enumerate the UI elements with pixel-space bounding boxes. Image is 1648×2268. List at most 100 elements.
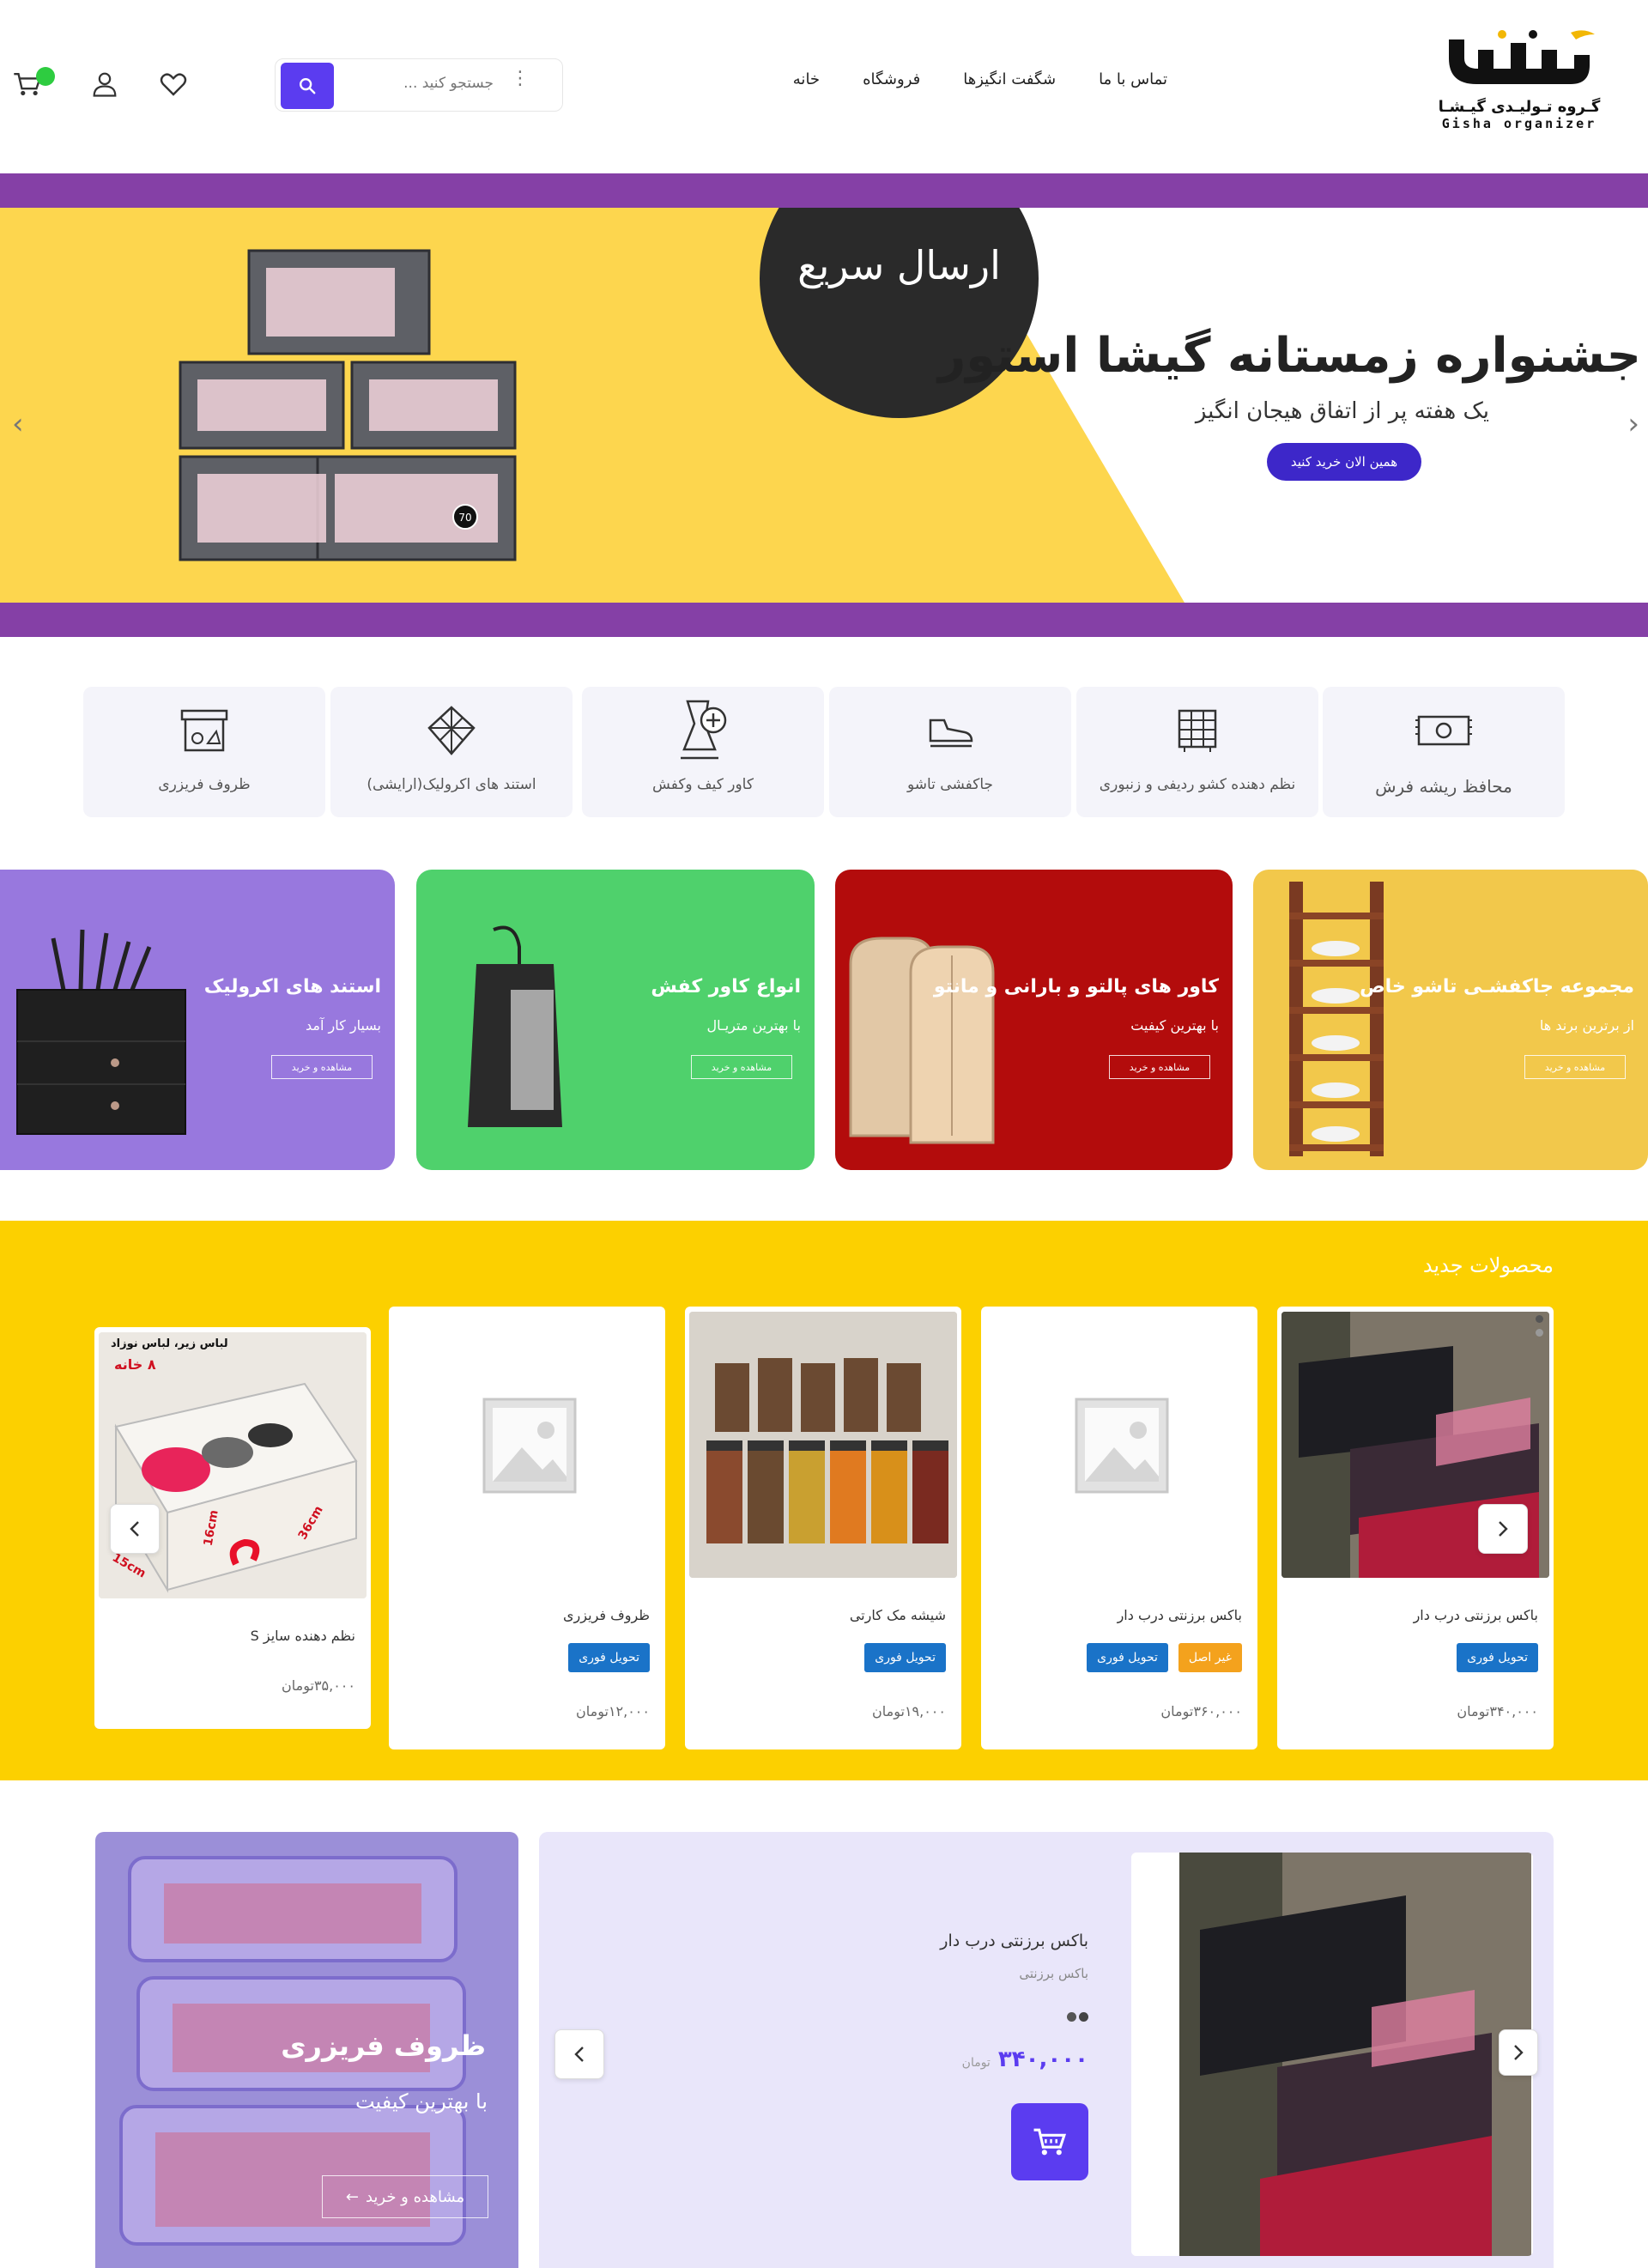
freezer-promo-banner[interactable]: ظروف فریزری با بهترین کیفیت مشاهده و خری…	[95, 1832, 518, 2268]
search-button[interactable]	[281, 63, 334, 109]
product-price: ۳۴۰,۰۰۰تومان	[1457, 1703, 1538, 1719]
product-badges: تحویل فوری	[1457, 1643, 1538, 1672]
search-input[interactable]	[356, 75, 494, 92]
carousel-prev-button[interactable]	[110, 1504, 160, 1554]
image-placeholder-icon	[1075, 1398, 1169, 1494]
category-tile-drawer-organizer[interactable]: نظم دهنده کشو ردیفی و زنبوری	[1076, 687, 1318, 817]
promo-title: استند های اکرولیک	[203, 976, 381, 998]
new-products-section: محصولات جدید باکس برزنتی درب دار تحویل ف…	[0, 1221, 1648, 1780]
instant-delivery-badge: تحویل فوری	[1087, 1643, 1168, 1672]
product-image-placeholder	[985, 1312, 1253, 1578]
price-currency: تومان	[961, 2056, 991, 2070]
promo-title: انواع کاور کفش	[651, 976, 801, 998]
product-price: ۳۶۰,۰۰۰تومان	[1160, 1703, 1242, 1719]
account-button[interactable]	[88, 67, 122, 101]
category-tile-rug[interactable]: محافظ ریشه فرش	[1323, 687, 1565, 817]
shoe-rack-image	[1289, 882, 1384, 1156]
promo-banner-shoe-rack[interactable]: مجموعه جاکفشـی تاشو خاص از برترین برند ه…	[1253, 870, 1648, 1170]
freezer-shop-label: مشاهده و خرید	[365, 2187, 465, 2206]
overlay-text: لباس زیر، لباس نوزاد	[111, 1337, 228, 1350]
add-to-cart-button[interactable]	[1011, 2103, 1088, 2180]
category-tile-freezer-box[interactable]: ظروف فریزری	[83, 687, 325, 817]
instant-delivery-badge: تحویل فوری	[864, 1643, 946, 1672]
price-value: ۳۴۰,۰۰۰	[997, 2047, 1088, 2072]
product-price: ۱۹,۰۰۰تومان	[872, 1703, 946, 1719]
product-card[interactable]: لباس زیر، لباس نوزاد ۸ خانه 36cm 16cm 15…	[94, 1327, 371, 1729]
product-name[interactable]: نظم دهنده سایز S	[251, 1628, 355, 1644]
instant-delivery-badge: تحویل فوری	[568, 1643, 650, 1672]
promo-title: مجموعه جاکفشـی تاشو خاص	[1360, 976, 1634, 998]
promo-shop-button[interactable]: مشاهده و خرید	[271, 1055, 373, 1079]
hero-slide: 70 ارسال سریع جشنواره زمستانه گیشا استور…	[0, 208, 1648, 603]
product-price: ۳۵,۰۰۰تومان	[282, 1677, 355, 1694]
chevron-left-icon	[130, 1521, 139, 1537]
rug-icon	[1415, 715, 1472, 746]
category-label: نظم دهنده کشو ردیفی و زنبوری	[1099, 776, 1296, 793]
category-label: محافظ ریشه فرش	[1375, 776, 1512, 797]
promo-banner-acrylic-stand[interactable]: استند های اکرولیک بسیار کار آمد مشاهده و…	[0, 870, 395, 1170]
nav-contact[interactable]: تماس با ما	[1099, 70, 1167, 88]
featured-next-button[interactable]	[1499, 2029, 1538, 2076]
makeup-organizer-image	[16, 929, 186, 1135]
box-badge-text: 70	[458, 512, 471, 524]
search-options-icon[interactable]: ⋮	[511, 70, 530, 88]
product-name[interactable]: ظروف فریزری	[563, 1607, 650, 1623]
nav-home[interactable]: خانه	[793, 70, 820, 88]
product-card[interactable]: باکس برزنتی درب دار غیر اصل تحویل فوری ۳…	[981, 1307, 1257, 1750]
nav-deals[interactable]: شگفت انگیزها	[963, 70, 1056, 88]
featured-prev-button[interactable]	[554, 2029, 604, 2079]
chevron-left-icon	[574, 2047, 584, 2062]
promo-subtitle: بسیار کار آمد	[306, 1017, 381, 1034]
cart-icon	[1033, 2128, 1067, 2156]
product-name[interactable]: شیشه مک کارتی	[850, 1607, 946, 1623]
site-logo[interactable]: گـروه تـولیـدی گیـشـا Gisha organizer	[1438, 24, 1601, 149]
product-name[interactable]: باکس برزنتی درب دار	[1414, 1607, 1538, 1623]
product-card[interactable]: شیشه مک کارتی تحویل فوری ۱۹,۰۰۰تومان	[685, 1307, 961, 1750]
user-icon	[93, 72, 117, 97]
category-label: کاور کیف وکفش	[652, 776, 754, 793]
category-tile-shoe-rack[interactable]: جاکفشی تاشو	[829, 687, 1071, 817]
promo-shop-button[interactable]: مشاهده و خرید	[1109, 1055, 1210, 1079]
freezer-banner-title: ظروف فریزری	[281, 2029, 486, 2062]
hero-prev-arrow-icon[interactable]: ‹	[12, 407, 24, 441]
category-label: ظروف فریزری	[158, 776, 251, 793]
color-swatch-icon[interactable]	[1067, 2012, 1076, 2022]
product-image-placeholder	[393, 1312, 661, 1578]
featured-product-name[interactable]: باکس برزنتی درب دار	[940, 1931, 1088, 1950]
freezer-shop-button[interactable]: مشاهده و خرید ←	[322, 2175, 488, 2218]
product-badges: غیر اصل تحویل فوری	[1087, 1643, 1242, 1672]
heart-icon	[160, 73, 187, 96]
logo-subtitle-fa: گـروه تـولیـدی گیـشـا	[1438, 98, 1601, 116]
promo-shop-button[interactable]: مشاهده و خرید	[691, 1055, 792, 1079]
search-box: ⋮	[275, 58, 563, 112]
hero-shop-now-button[interactable]: همین الان خرید کنید	[1267, 443, 1421, 481]
featured-product-category[interactable]: باکس برزنتی	[1019, 1966, 1088, 1981]
carousel-dot-icon[interactable]	[1536, 1315, 1543, 1323]
wishlist-button[interactable]	[156, 67, 191, 101]
promo-banner-coat-cover[interactable]: کاور های پالتو و بارانی و مانتو با بهتری…	[835, 870, 1233, 1170]
product-price: ۱۲,۰۰۰تومان	[576, 1703, 650, 1719]
color-swatch-icon[interactable]	[1079, 2012, 1088, 2022]
featured-product-slider: باکس برزنتی درب دار باکس برزنتی ۳۴۰,۰۰۰ …	[539, 1832, 1554, 2268]
instant-delivery-badge: تحویل فوری	[1457, 1643, 1538, 1672]
cart-count-badge	[36, 67, 55, 86]
product-name[interactable]: باکس برزنتی درب دار	[1118, 1607, 1242, 1623]
acrylic-stand-icon	[427, 706, 476, 755]
carousel-dot-icon[interactable]	[1536, 1329, 1543, 1337]
site-header: گـروه تـولیـدی گیـشـا Gisha organizer خا…	[0, 0, 1648, 173]
freezer-banner-subtitle: با بهترین کیفیت	[354, 2089, 488, 2113]
carousel-next-button[interactable]	[1478, 1504, 1528, 1554]
hero-next-arrow-icon[interactable]: ›	[1627, 407, 1639, 441]
product-card[interactable]: باکس برزنتی درب دار تحویل فوری ۳۴۰,۰۰۰تو…	[1277, 1307, 1554, 1750]
drawer-organizer-icon	[1178, 709, 1217, 752]
hero-title: جشنواره زمستانه گیشا استور	[938, 328, 1641, 384]
promo-shop-button[interactable]: مشاهده و خرید	[1524, 1055, 1626, 1079]
category-tile-acrylic-stand[interactable]: استند های اکرولیک(ارایشی)	[330, 687, 573, 817]
featured-product-image[interactable]	[1131, 1853, 1533, 2256]
category-tile-bag-cover[interactable]: کاور کیف وکفش	[582, 687, 824, 817]
promo-banner-shoe-cover[interactable]: انواع کاور کفش با بهترین متریـال مشاهده …	[416, 870, 815, 1170]
storage-boxes-image: 70	[179, 249, 517, 561]
nav-shop[interactable]: فروشگاه	[863, 70, 920, 88]
product-card[interactable]: ظروف فریزری تحویل فوری ۱۲,۰۰۰تومان	[389, 1307, 665, 1750]
product-badges: تحویل فوری	[864, 1643, 946, 1672]
